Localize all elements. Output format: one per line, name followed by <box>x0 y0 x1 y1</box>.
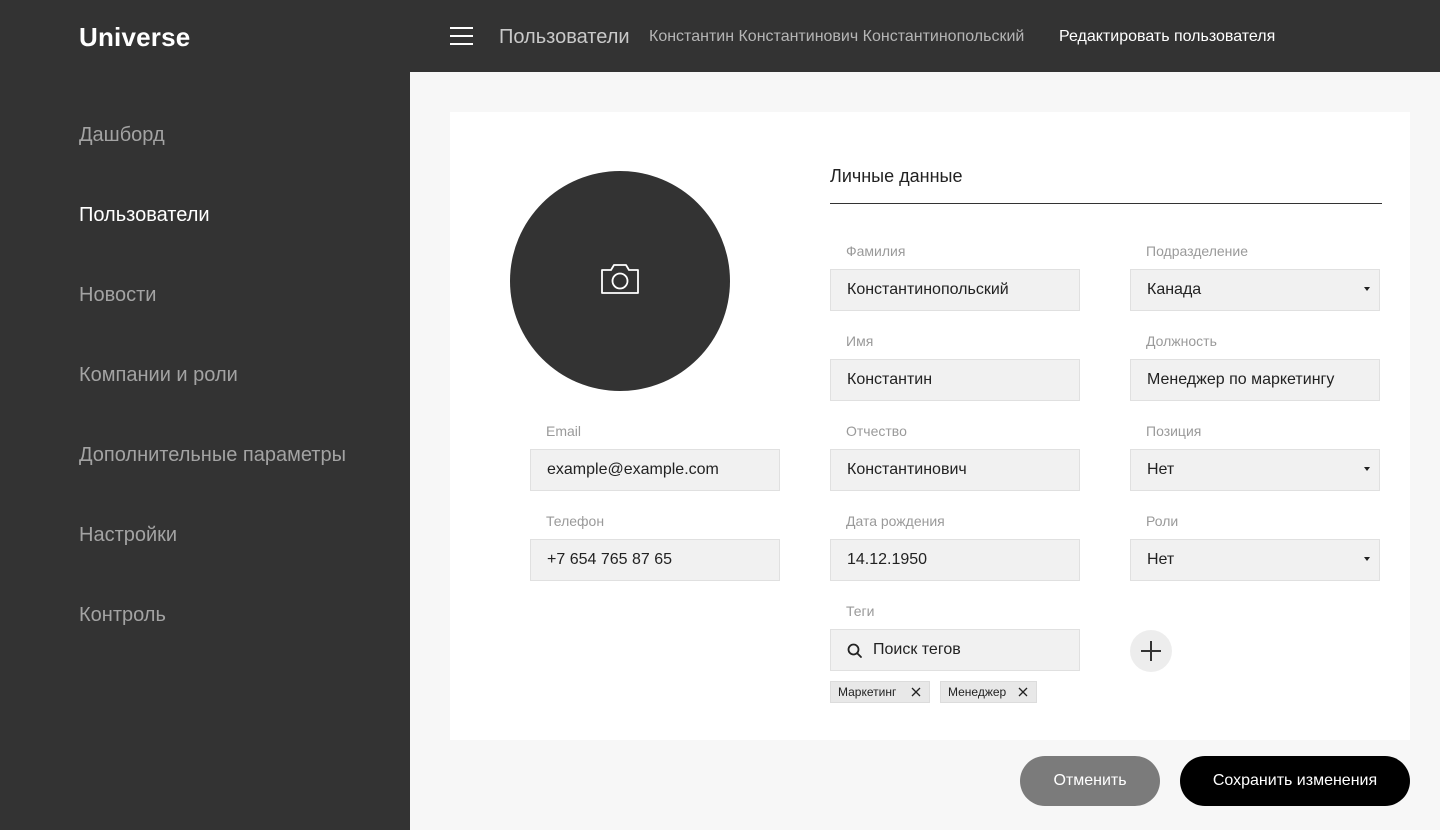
birth-date-label: Дата рождения <box>846 513 945 529</box>
sidebar-item-users[interactable]: Пользователи <box>79 204 210 227</box>
email-field[interactable]: example@example.com <box>530 449 780 491</box>
section-divider <box>830 203 1382 204</box>
avatar-upload[interactable] <box>510 171 730 391</box>
tag-chip-label: Менеджер <box>948 685 1007 699</box>
tag-chip-label: Маркетинг <box>838 685 897 699</box>
camera-icon <box>601 264 639 294</box>
sidebar-item-control[interactable]: Контроль <box>79 604 166 627</box>
chevron-down-icon <box>1364 467 1370 471</box>
breadcrumb-current: Редактировать пользователя <box>1059 28 1276 45</box>
job-title-field[interactable]: Менеджер по маркетингу <box>1130 359 1380 401</box>
tag-search-input[interactable]: Поиск тегов <box>830 629 1080 671</box>
cancel-button[interactable]: Отменить <box>1020 756 1160 806</box>
save-button[interactable]: Сохранить изменения <box>1180 756 1410 806</box>
breadcrumb-users[interactable]: Пользователи <box>499 0 630 72</box>
app-logo[interactable]: Universe <box>79 22 190 53</box>
sidebar-item-companies-roles[interactable]: Компании и роли <box>79 364 238 387</box>
roles-select[interactable]: Нет <box>1130 539 1380 581</box>
roles-label: Роли <box>1146 513 1179 529</box>
department-select[interactable]: Канада <box>1130 269 1380 311</box>
position-label: Позиция <box>1146 423 1202 439</box>
section-title: Личные данные <box>830 166 963 186</box>
tag-search-placeholder: Поиск тегов <box>873 641 961 658</box>
phone-field[interactable]: +7 654 765 87 65 <box>530 539 780 581</box>
chevron-down-icon <box>1364 287 1370 291</box>
breadcrumb-user[interactable]: Константин Константинович Константинопол… <box>649 0 1024 72</box>
sidebar-item-news[interactable]: Новости <box>79 284 156 307</box>
close-icon[interactable] <box>911 687 921 697</box>
add-tag-button[interactable] <box>1130 630 1172 672</box>
menu-icon[interactable] <box>450 25 474 47</box>
tag-chip: Маркетинг <box>830 681 930 703</box>
last-name-field[interactable]: Константинопольский <box>830 269 1080 311</box>
tag-chip: Менеджер <box>940 681 1037 703</box>
patronymic-field[interactable]: Константинович <box>830 449 1080 491</box>
roles-value: Нет <box>1147 551 1175 568</box>
chevron-down-icon <box>1364 557 1370 561</box>
first-name-field[interactable]: Константин <box>830 359 1080 401</box>
tags-label: Теги <box>846 603 875 619</box>
department-value: Канада <box>1147 281 1202 298</box>
position-select[interactable]: Нет <box>1130 449 1380 491</box>
phone-label: Телефон <box>546 513 605 529</box>
sidebar: Дашборд Пользователи Новости Компании и … <box>0 72 410 830</box>
position-value: Нет <box>1147 461 1175 478</box>
search-icon <box>847 643 862 658</box>
top-bar: Universe Пользователи Константин Констан… <box>0 0 1440 72</box>
job-title-label: Должность <box>1146 333 1217 349</box>
last-name-label: Фамилия <box>846 243 906 259</box>
birth-date-field[interactable]: 14.12.1950 <box>830 539 1080 581</box>
patronymic-label: Отчество <box>846 423 907 439</box>
sidebar-item-additional-params[interactable]: Дополнительные параметры <box>79 444 346 467</box>
first-name-label: Имя <box>846 333 874 349</box>
close-icon[interactable] <box>1018 687 1028 697</box>
email-label: Email <box>546 423 582 439</box>
sidebar-item-dashboard[interactable]: Дашборд <box>79 124 165 147</box>
sidebar-item-settings[interactable]: Настройки <box>79 524 177 547</box>
user-edit-card: Личные данные Email example@example.com … <box>450 112 1410 740</box>
department-label: Подразделение <box>1146 243 1249 259</box>
